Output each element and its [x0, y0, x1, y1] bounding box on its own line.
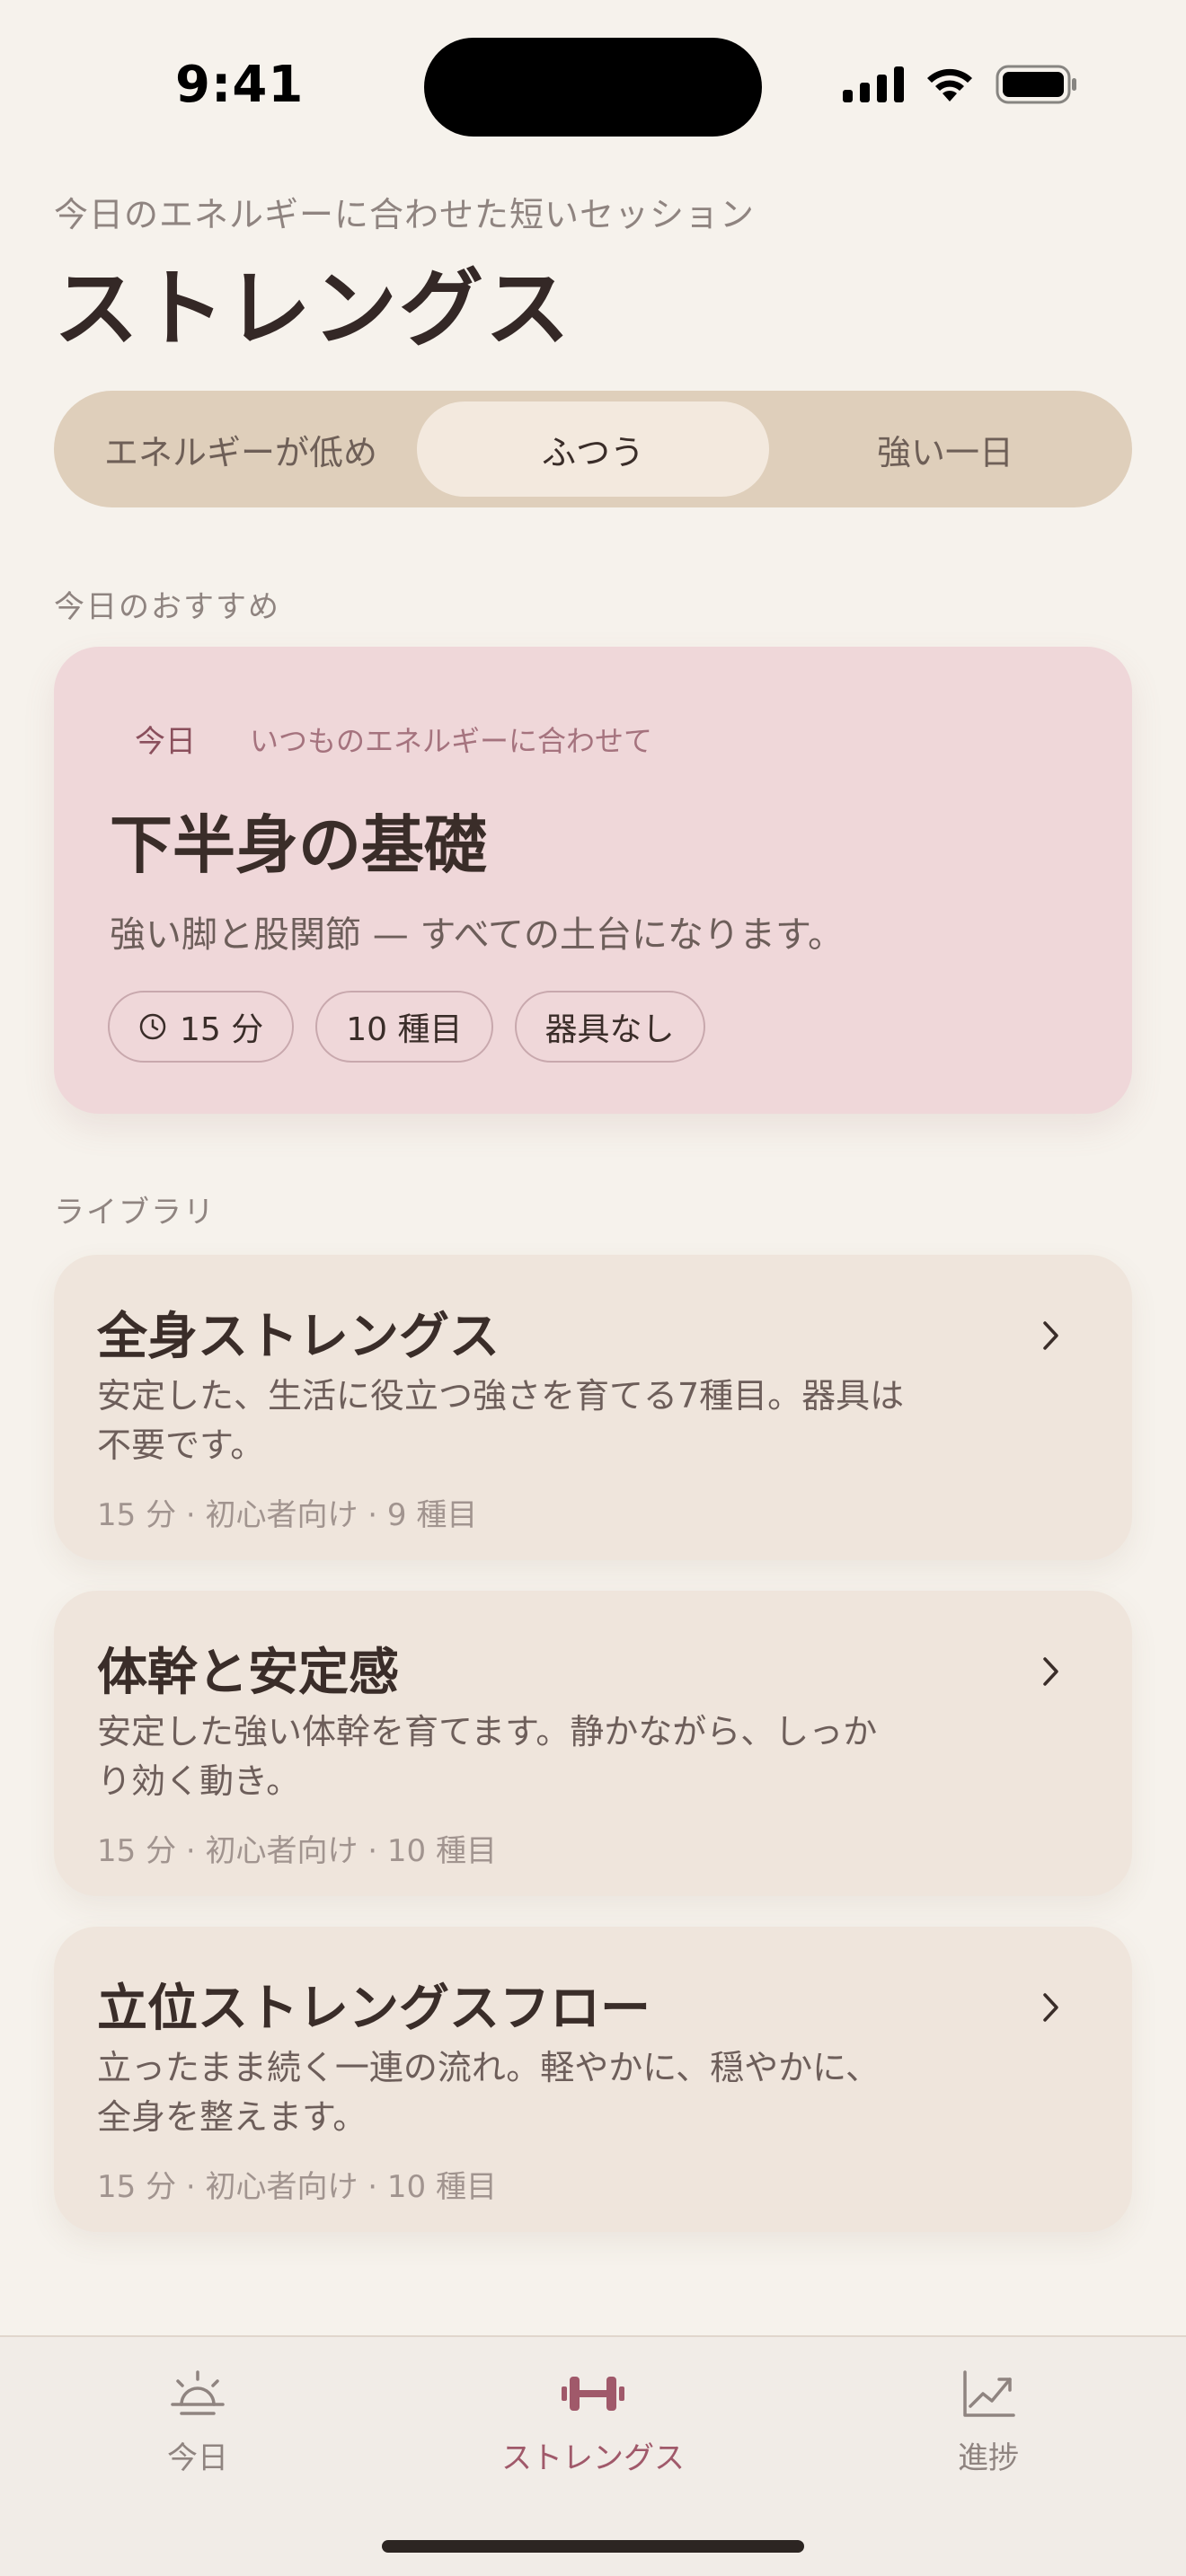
battery-icon [996, 65, 1076, 104]
tab-progress-label: 進捗 [958, 2440, 1019, 2476]
home-indicator [382, 2540, 804, 2553]
library-item-title: 全身ストレングス [97, 1308, 500, 1366]
library-item-core-stability[interactable]: 体幹と安定感 安定した強い体幹を育てます。静かながら、しっかり効く動き。 15 … [54, 1591, 1132, 1896]
library-item-standing-flow[interactable]: 立位ストレングスフロー 立ったまま続く一連の流れ。軽やかに、穏やかに、全身を整え… [54, 1927, 1132, 2232]
wifi-icon [927, 68, 972, 101]
library-item-description: 安定した、生活に役立つ強さを育てる7種目。器具は不要です。 [97, 1376, 905, 1465]
section-label-recommendation: 今日のおすすめ [54, 589, 280, 625]
tab-strength-label: ストレングス [501, 2440, 685, 2476]
status-icons [843, 65, 1078, 104]
segment-strong-day[interactable]: 強い一日 [769, 401, 1121, 497]
library-item-meta: 15 分 · 初心者向け · 10 種目 [97, 1833, 497, 1869]
status-bar: 9:41 [0, 0, 1186, 171]
recommendation-chips: 15 分 10 種目 器具なし [108, 991, 705, 1063]
recommendation-title: 下半身の基礎 [110, 808, 487, 882]
library-item-description: 安定した強い体幹を育てます。静かながら、しっかり効く動き。 [97, 1712, 878, 1801]
recommendation-tag-sub: いつものエネルギーに合わせて [250, 724, 653, 758]
chevron-right-icon [1043, 1993, 1058, 2022]
library-item-full-body[interactable]: 全身ストレングス 安定した、生活に役立つ強さを育てる7種目。器具は不要です。 1… [54, 1255, 1132, 1560]
exercise-count-chip: 10 種目 [315, 991, 493, 1063]
recommendation-tag: 今日 [135, 724, 196, 760]
equipment-chip: 器具なし [514, 991, 705, 1063]
tab-strength[interactable]: ストレングス [458, 2369, 728, 2477]
tab-today-label: 今日 [167, 2440, 228, 2476]
energy-segmented-control: エネルギーが低め ふつう 強い一日 [54, 391, 1132, 507]
chevron-right-icon [1043, 1321, 1058, 1350]
cellular-signal-icon [843, 66, 904, 102]
chart-line-icon [963, 2370, 1015, 2417]
page-subtitle: 今日のエネルギーに合わせた短いセッション [54, 195, 756, 234]
library-item-description: 立ったまま続く一連の流れ。軽やかに、穏やかに、全身を整えます。 [97, 2048, 880, 2137]
strength-screen: 9:41 今日のエネルギーに合わせた短いセッション ストレングス エネルギーが低… [0, 0, 1186, 2576]
recommendation-description: 強い脚と股関節 — すべての土台になります。 [110, 914, 845, 956]
library-item-meta: 15 分 · 初心者向け · 9 種目 [97, 1497, 478, 1533]
page-title: ストレングス [54, 260, 572, 358]
recommendation-card[interactable]: 今日 いつものエネルギーに合わせて 下半身の基礎 強い脚と股関節 — すべての土… [54, 647, 1132, 1114]
clock-icon [139, 1013, 166, 1040]
library-item-title: 立位ストレングスフロー [97, 1980, 651, 2038]
duration-chip-label: 15 分 [180, 1011, 264, 1048]
library-item-meta: 15 分 · 初心者向け · 10 種目 [97, 2169, 497, 2205]
status-time: 9:41 [175, 56, 305, 114]
sunrise-icon [171, 2370, 225, 2415]
chevron-right-icon [1043, 1657, 1058, 1686]
dynamic-island [424, 38, 762, 137]
tab-today[interactable]: 今日 [63, 2369, 332, 2477]
library-item-title: 体幹と安定感 [97, 1644, 399, 1702]
segment-low-energy[interactable]: エネルギーが低め [65, 401, 417, 497]
dumbbell-icon [562, 2377, 624, 2411]
section-label-library: ライブラリ [54, 1195, 216, 1231]
duration-chip: 15 分 [108, 991, 295, 1063]
segment-normal[interactable]: ふつう [417, 401, 769, 497]
tab-progress[interactable]: 進捗 [854, 2369, 1123, 2477]
